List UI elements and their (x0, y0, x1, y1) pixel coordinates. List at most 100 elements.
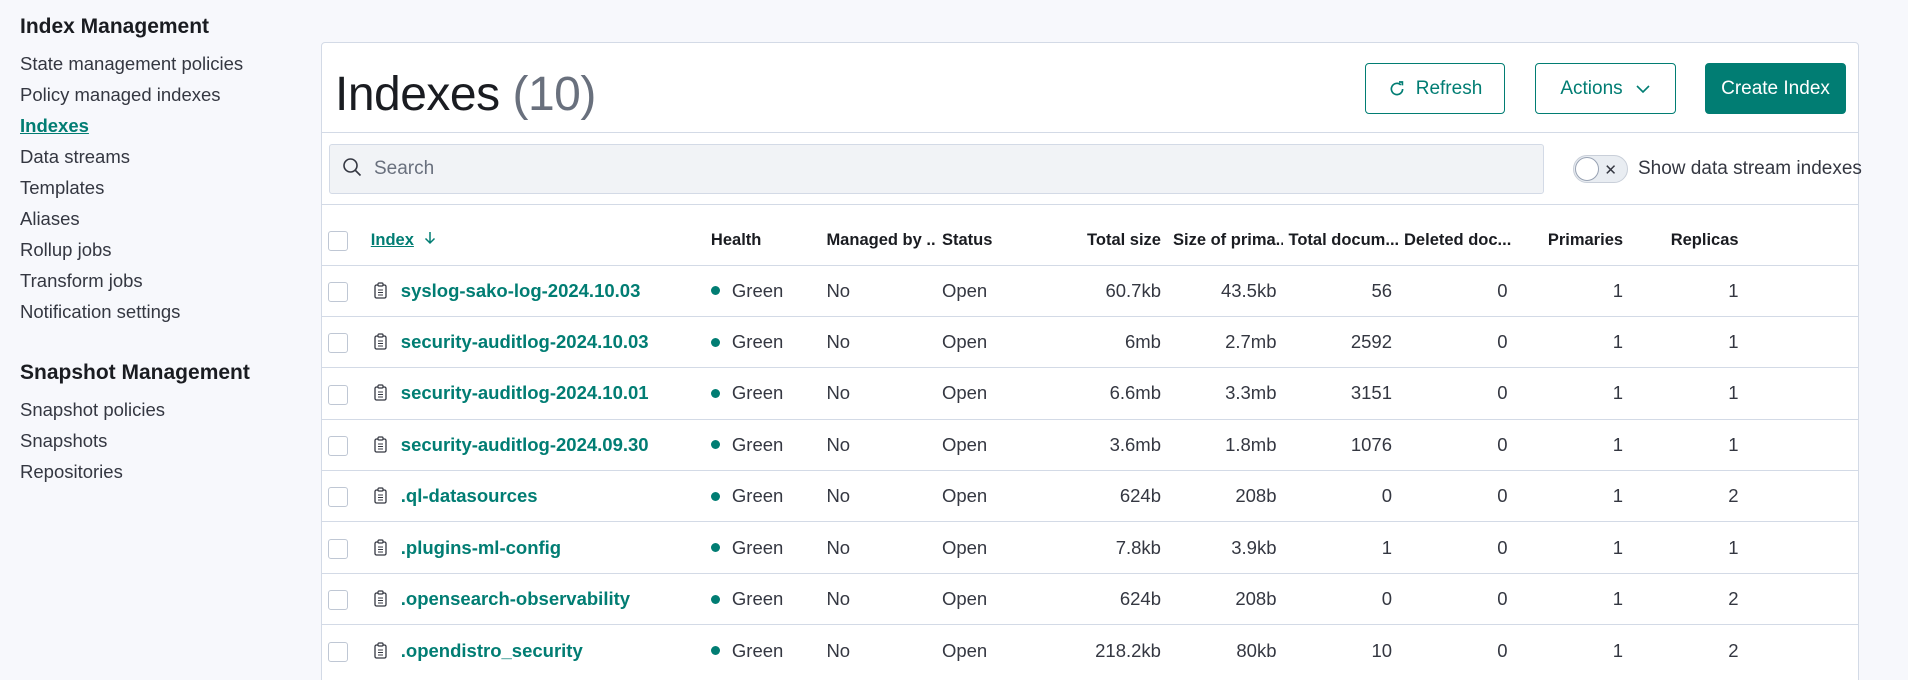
sidebar-item-snapshots[interactable]: Snapshots (20, 425, 320, 456)
sidebar-item-snapshot-policies[interactable]: Snapshot policies (20, 394, 320, 425)
cell-total-size: 624b (1051, 572, 1167, 625)
column-header-size-of-primaries[interactable]: Size of prima... (1167, 217, 1283, 265)
cell-deleted-documents: 0 (1398, 572, 1514, 625)
index-name-link[interactable]: .plugins-ml-config (401, 537, 561, 559)
health-status-dot (710, 286, 720, 296)
cell-replicas: 1 (1629, 264, 1745, 317)
table-row: .ql-datasources Green No Open 624b 208b 0 0 1 2 (322, 470, 1858, 522)
row-checkbox[interactable] (328, 538, 348, 559)
cell-total-size: 60.7kb (1051, 264, 1167, 317)
row-select-cell (322, 572, 365, 625)
sidebar-item-aliases[interactable]: Aliases (20, 203, 320, 234)
sidebar-list-snapshot-management: Snapshot policies Snapshots Repositories (20, 394, 320, 487)
index-name-link[interactable]: security-auditlog-2024.09.30 (401, 434, 649, 456)
sidebar-item-state-management-policies[interactable]: State management policies (20, 48, 320, 79)
health-status-dot (710, 594, 720, 604)
cell-primaries: 1 (1513, 367, 1630, 420)
column-header-primaries[interactable]: Primaries (1514, 217, 1630, 265)
chevron-down-icon (1635, 84, 1651, 94)
cell-total-documents: 56 (1282, 264, 1399, 317)
cell-primaries: 1 (1513, 315, 1630, 368)
index-name-link[interactable]: .ql-datasources (401, 485, 538, 507)
row-checkbox[interactable] (328, 435, 348, 456)
health-status-dot (710, 337, 720, 347)
cell-deleted-documents: 0 (1398, 624, 1514, 677)
cell-managed-by: No (820, 624, 936, 677)
cell-index: security-auditlog-2024.09.30 (364, 418, 705, 471)
index-name-link[interactable]: security-auditlog-2024.10.03 (401, 331, 649, 353)
sidebar-item-policy-managed-indexes[interactable]: Policy managed indexes (20, 79, 320, 110)
actions-button[interactable]: Actions (1535, 63, 1676, 114)
index-name-link[interactable]: syslog-sako-log-2024.10.03 (401, 280, 641, 302)
cell-primaries: 1 (1513, 521, 1630, 574)
column-header-index[interactable]: Index (365, 217, 705, 265)
health-label: Green (731, 382, 784, 404)
column-header-status[interactable]: Status (936, 217, 1052, 265)
cell-status: Open (935, 470, 1052, 522)
health-label: Green (731, 485, 784, 507)
health-status-dot (710, 646, 720, 656)
index-icon (373, 487, 389, 505)
sidebar-item-transform-jobs[interactable]: Transform jobs (20, 265, 320, 296)
health-status-dot (710, 440, 720, 450)
divider (322, 132, 1858, 133)
table-row: security-auditlog-2024.10.01 Green No Open 6… (322, 367, 1858, 420)
sidebar-item-data-streams[interactable]: Data streams (20, 141, 320, 172)
data-stream-toggle-group: ✕ Show data stream indexes (1573, 155, 1862, 183)
cell-spacer (1744, 264, 1858, 317)
select-all-cell (322, 217, 365, 265)
select-all-checkbox[interactable] (328, 230, 348, 251)
show-data-stream-toggle[interactable]: ✕ (1573, 155, 1628, 183)
row-checkbox[interactable] (328, 281, 348, 302)
cell-size-of-primaries: 208b (1166, 470, 1283, 522)
column-header-replicas[interactable]: Replicas (1629, 217, 1745, 265)
indexes-panel: Indexes (10) Refresh Actions Create Inde… (321, 42, 1862, 680)
cell-index: security-auditlog-2024.10.03 (364, 315, 705, 368)
cell-replicas: 2 (1629, 470, 1745, 522)
row-checkbox[interactable] (328, 641, 348, 662)
cell-total-size: 6.6mb (1051, 367, 1167, 420)
cell-spacer (1744, 521, 1858, 574)
arrow-down-icon (424, 231, 436, 250)
cell-index: security-auditlog-2024.10.01 (364, 367, 705, 420)
sidebar-item-repositories[interactable]: Repositories (20, 456, 320, 487)
table-row: security-auditlog-2024.09.30 Green No Open 3… (322, 418, 1858, 471)
search-input[interactable] (374, 158, 1543, 180)
column-header-managed-by[interactable]: Managed by ... (820, 217, 936, 265)
create-index-button[interactable]: Create Index (1705, 63, 1846, 114)
column-header-total-size[interactable]: Total size (1051, 217, 1167, 265)
table-row: .opendistro_security Green No Open 218.2kb 80… (322, 624, 1858, 677)
cell-total-documents: 2592 (1282, 315, 1399, 368)
table-row: .plugins-ml-config Green No Open 7.8kb 3.9kb 1… (322, 521, 1858, 574)
index-name-link[interactable]: .opensearch-observability (401, 588, 630, 610)
row-select-cell (322, 521, 365, 574)
refresh-label: Refresh (1415, 77, 1483, 99)
index-name-link[interactable]: .opendistro_security (401, 640, 583, 662)
row-checkbox[interactable] (328, 590, 348, 611)
sidebar-item-rollup-jobs[interactable]: Rollup jobs (20, 234, 320, 265)
refresh-button[interactable]: Refresh (1365, 63, 1505, 114)
row-select-cell (322, 367, 365, 420)
cell-index: .ql-datasources (364, 470, 705, 522)
index-icon (373, 384, 389, 402)
health-label: Green (731, 536, 784, 558)
indexes-table-wrapper: Index Health Managed by ... Status Total… (322, 217, 1858, 677)
cell-status: Open (935, 624, 1052, 677)
row-checkbox[interactable] (328, 487, 348, 508)
column-header-deleted-documents[interactable]: Deleted doc... (1398, 217, 1514, 265)
cell-health: Green (704, 624, 821, 677)
sidebar-item-indexes[interactable]: Indexes (20, 110, 320, 141)
table-row: syslog-sako-log-2024.10.03 Green No Open 60.… (322, 264, 1858, 317)
column-header-label[interactable]: Index (371, 231, 414, 249)
cell-size-of-primaries: 43.5kb (1166, 264, 1283, 317)
sidebar-item-notification-settings[interactable]: Notification settings (20, 296, 320, 327)
sidebar-item-templates[interactable]: Templates (20, 172, 320, 203)
search-bar[interactable] (329, 144, 1544, 194)
index-name-link[interactable]: security-auditlog-2024.10.01 (401, 382, 649, 404)
column-header-total-documents[interactable]: Total docum... (1283, 217, 1399, 265)
row-checkbox[interactable] (328, 333, 348, 354)
cell-health: Green (704, 572, 821, 625)
column-header-health[interactable]: Health (705, 217, 821, 265)
row-checkbox[interactable] (328, 384, 348, 405)
row-select-cell (322, 264, 365, 317)
